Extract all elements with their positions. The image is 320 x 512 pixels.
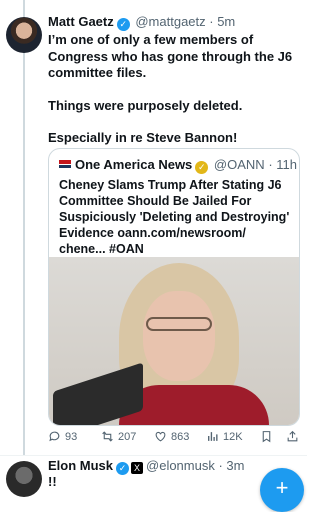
quote-author-handle: @OANN xyxy=(213,157,265,172)
avatar[interactable] xyxy=(6,461,42,497)
author-handle[interactable]: @mattgaetz xyxy=(135,14,205,29)
like-icon xyxy=(155,431,166,442)
quote-time: · 11h xyxy=(268,157,297,172)
next-tweet-text: !! xyxy=(48,474,57,489)
compose-icon: + xyxy=(275,475,289,500)
quoted-tweet[interactable]: One America News ✓ @OANN · 11h Cheney Sla… xyxy=(48,148,300,426)
quote-image[interactable] xyxy=(49,257,299,425)
like-button[interactable]: 863 xyxy=(154,430,189,443)
tweet-header: Matt Gaetz ✓ @mattgaetz · 5m xyxy=(48,14,235,31)
share-icon xyxy=(287,430,298,442)
tweet-actions: 93 207 863 12K xyxy=(48,430,303,446)
reply-icon xyxy=(49,431,60,442)
oan-logo-icon xyxy=(59,160,71,168)
repost-button[interactable]: 207 xyxy=(101,430,136,443)
views-button[interactable]: 12K xyxy=(206,430,243,443)
tweet-paragraph: Especially in re Steve Bannon! xyxy=(48,130,238,145)
verified-badge-icon: ✓ xyxy=(116,462,130,475)
like-count: 863 xyxy=(171,430,190,443)
verified-badge-icon: ✓ xyxy=(116,18,130,31)
image-face xyxy=(143,291,215,381)
reply-count: 93 xyxy=(65,430,78,443)
next-tweet-time[interactable]: · 3m xyxy=(218,458,244,473)
author-name[interactable]: Matt Gaetz xyxy=(48,14,114,29)
repost-count: 207 xyxy=(118,430,137,443)
x-affiliate-icon: X xyxy=(131,462,144,474)
quote-header: One America News ✓ @OANN · 11h xyxy=(59,157,297,174)
share-button[interactable] xyxy=(286,430,299,443)
thread-line xyxy=(23,50,25,455)
image-glasses xyxy=(146,317,212,331)
next-author-name[interactable]: Elon Musk xyxy=(48,458,113,473)
tweet-paragraph: Things were purposely deleted. xyxy=(48,97,243,113)
gold-verified-badge-icon: ✓ xyxy=(195,161,209,174)
tweet-paragraph: I’m one of only a few members of Congres… xyxy=(48,32,293,80)
tweet-time[interactable]: · 5m xyxy=(209,14,235,29)
next-tweet-header: Elon Musk ✓ X @elonmusk · 3m xyxy=(48,458,244,475)
thread-line-top xyxy=(23,0,25,18)
repost-icon xyxy=(102,431,113,442)
reply-button[interactable]: 93 xyxy=(48,430,77,443)
quote-author-name: One America News xyxy=(75,157,193,172)
divider xyxy=(0,455,307,456)
views-icon xyxy=(208,432,218,441)
tweet-text: I’m one of only a few members of Congres… xyxy=(48,32,298,163)
next-author-handle[interactable]: @elonmusk xyxy=(146,458,215,473)
views-count: 12K xyxy=(223,430,243,443)
avatar[interactable] xyxy=(6,17,42,53)
bookmark-button[interactable] xyxy=(260,430,273,443)
bookmark-icon xyxy=(262,431,271,443)
compose-button[interactable]: + xyxy=(260,468,304,512)
quote-text: Cheney Slams Trump After Stating J6 Comm… xyxy=(59,178,290,256)
